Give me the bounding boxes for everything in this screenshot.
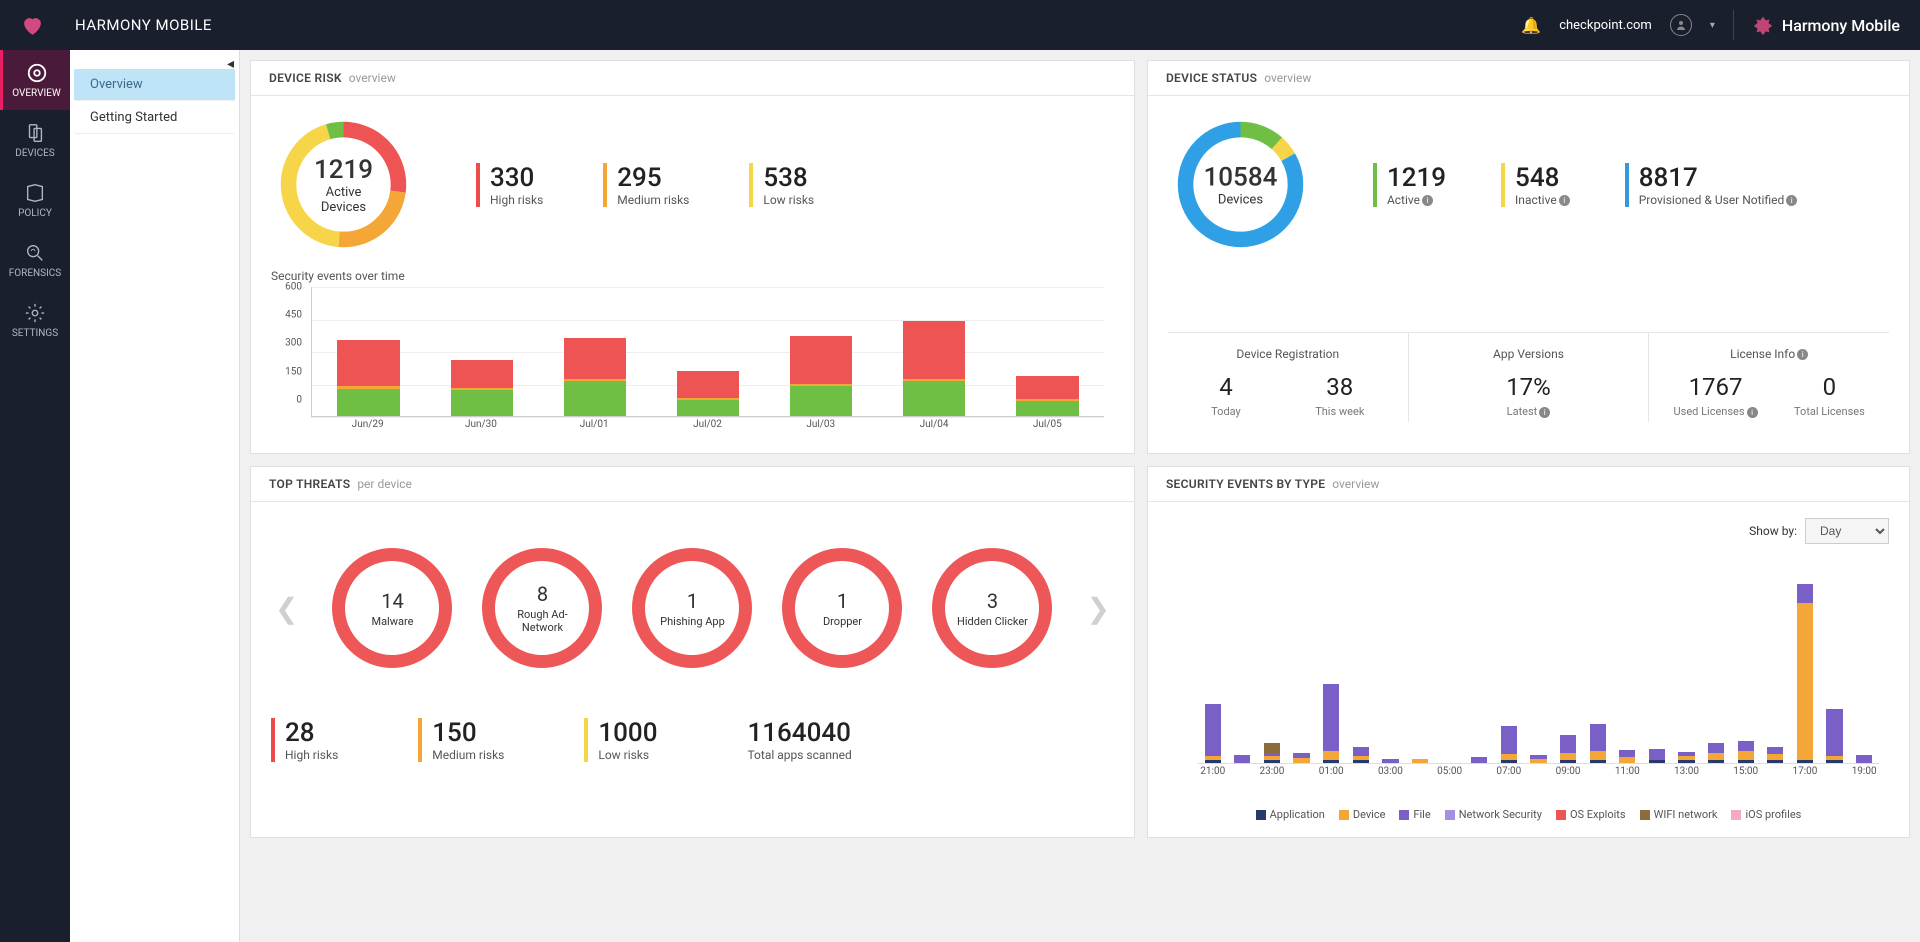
panel-top-threats: TOP THREATS per device ❮ 14Malware8Rough…	[250, 466, 1135, 838]
nav-settings[interactable]: SETTINGS	[0, 290, 70, 350]
threat-circle[interactable]: 1Phishing App	[632, 548, 752, 668]
panel-subtitle: per device	[357, 477, 412, 491]
carousel-prev-icon[interactable]: ❮	[271, 592, 302, 625]
legend-item[interactable]: iOS profiles	[1731, 808, 1801, 821]
avatar[interactable]	[1670, 14, 1692, 36]
settings-icon	[24, 302, 46, 324]
events-by-type-chart: 21:0023:0001:0003:0005:0007:0009:0011:00…	[1168, 574, 1889, 804]
forensics-icon	[24, 242, 46, 264]
threats-high[interactable]: 28 High risks	[271, 718, 338, 762]
panel-title: SECURITY EVENTS BY TYPE	[1166, 477, 1325, 491]
panel-subtitle: overview	[1264, 71, 1311, 85]
legend-item[interactable]: WIFI network	[1640, 808, 1718, 821]
info-icon[interactable]: i	[1786, 195, 1797, 206]
legend-item[interactable]: Device	[1339, 808, 1386, 821]
carousel-next-icon[interactable]: ❯	[1082, 592, 1113, 625]
brand-logo: Harmony Mobile	[1752, 14, 1900, 36]
topbar: HARMONY MOBILE 🔔 checkpoint.com ▾ Harmon…	[0, 0, 1920, 50]
device-status-donut: 10584 Devices	[1168, 112, 1313, 257]
nav-devices[interactable]: DEVICES	[0, 110, 70, 170]
subnav-getting-started[interactable]: Getting Started	[74, 102, 235, 134]
stat-active[interactable]: 1219 Activei	[1373, 163, 1446, 207]
notifications-icon[interactable]: 🔔	[1521, 16, 1541, 35]
threats-low[interactable]: 1000 Low risks	[584, 718, 657, 762]
panel-device-risk: DEVICE RISK overview 1219 Active Devices	[250, 60, 1135, 454]
stat-high-risk[interactable]: 330 High risks	[476, 163, 543, 207]
threats-medium[interactable]: 150 Medium risks	[418, 718, 504, 762]
info-icon[interactable]: i	[1539, 407, 1550, 418]
legend-item[interactable]: File	[1399, 808, 1430, 821]
policy-icon	[24, 182, 46, 204]
panel-title: DEVICE RISK	[269, 71, 342, 85]
nav-overview[interactable]: OVERVIEW	[0, 50, 70, 110]
panel-title: DEVICE STATUS	[1166, 71, 1257, 85]
info-icon[interactable]: i	[1797, 349, 1808, 360]
nav-policy[interactable]: POLICY	[0, 170, 70, 230]
app-versions: App Versions 17%Latesti	[1409, 333, 1650, 422]
threat-circle[interactable]: 14Malware	[332, 548, 452, 668]
logo-icon	[20, 13, 45, 38]
legend-item[interactable]: Network Security	[1445, 808, 1542, 821]
info-icon[interactable]: i	[1559, 195, 1570, 206]
showby-label: Show by:	[1749, 524, 1797, 538]
chart-legend: Application Device File Network Security OS …	[1168, 808, 1889, 821]
license-info: License Infoi 1767Used Licensesi 0Total …	[1649, 333, 1889, 422]
legend-item[interactable]: Application	[1256, 808, 1325, 821]
app-title: HARMONY MOBILE	[75, 16, 212, 34]
subnav: ◂ Overview Getting Started	[70, 50, 240, 942]
nav-rail: OVERVIEW DEVICES POLICY FORENSICS SETTIN…	[0, 50, 70, 942]
devices-icon	[24, 122, 46, 144]
threat-circle[interactable]: 1Dropper	[782, 548, 902, 668]
panel-subtitle: overview	[349, 71, 396, 85]
panel-security-events-by-type: SECURITY EVENTS BY TYPE overview Show by…	[1147, 466, 1910, 838]
device-registration: Device Registration 4Today 38This week	[1168, 333, 1409, 422]
nav-forensics[interactable]: FORENSICS	[0, 230, 70, 290]
collapse-subnav-icon[interactable]: ◂	[227, 56, 234, 72]
events-over-time-chart: 0150300450600Jun/29Jun/30Jul/01Jul/02Jul…	[271, 287, 1114, 437]
harmony-icon	[1752, 14, 1774, 36]
panel-title: TOP THREATS	[269, 477, 350, 491]
legend-item[interactable]: OS Exploits	[1556, 808, 1626, 821]
panel-subtitle: overview	[1332, 477, 1379, 491]
events-over-time-label: Security events over time	[271, 269, 1114, 283]
stat-medium-risk[interactable]: 295 Medium risks	[603, 163, 689, 207]
showby-select[interactable]: Day	[1805, 518, 1889, 544]
subnav-overview[interactable]: Overview	[74, 69, 235, 101]
info-icon[interactable]: i	[1422, 195, 1433, 206]
info-icon[interactable]: i	[1747, 407, 1758, 418]
chevron-down-icon[interactable]: ▾	[1710, 20, 1715, 31]
stat-low-risk[interactable]: 538 Low risks	[749, 163, 814, 207]
panel-device-status: DEVICE STATUS overview 10584 Devices 121…	[1147, 60, 1910, 454]
overview-icon	[26, 62, 48, 84]
divider	[1733, 10, 1734, 40]
device-risk-donut: 1219 Active Devices	[271, 112, 416, 257]
content: DEVICE RISK overview 1219 Active Devices	[240, 50, 1920, 942]
stat-provisioned[interactable]: 8817 Provisioned & User Notifiedi	[1625, 163, 1798, 207]
threat-circle[interactable]: 8Rough Ad-Network	[482, 548, 602, 668]
threats-total-scanned: 1164040 Total apps scanned	[737, 718, 851, 762]
user-domain: checkpoint.com	[1559, 18, 1652, 33]
threat-circle[interactable]: 3Hidden Clicker	[932, 548, 1052, 668]
stat-inactive[interactable]: 548 Inactivei	[1501, 163, 1570, 207]
